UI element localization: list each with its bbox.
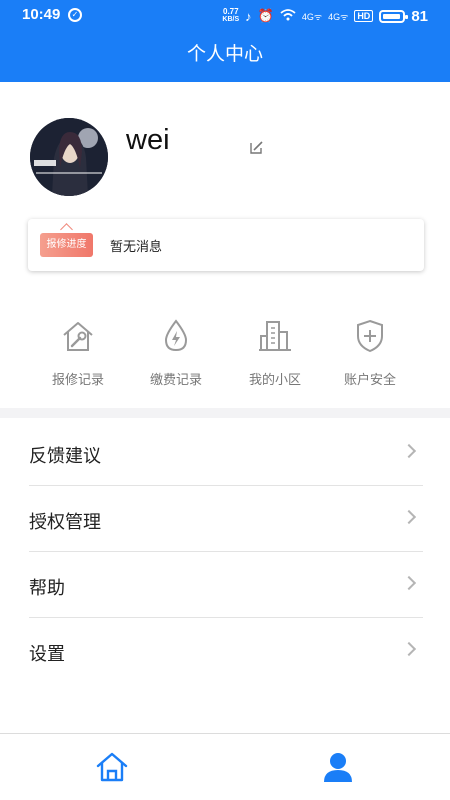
username: wei xyxy=(126,124,170,156)
wifi-icon xyxy=(280,8,296,24)
shortcut-label: 账户安全 xyxy=(343,373,396,388)
chevron-right-icon xyxy=(401,509,417,525)
shortcut-payment-records[interactable]: 缴费记录 xyxy=(121,318,231,388)
alarm-icon: ⏰ xyxy=(257,8,274,23)
repair-progress-tag: 报修进度 xyxy=(40,233,93,257)
repair-progress-card[interactable]: 报修进度 暂无消息 xyxy=(28,219,424,271)
tiktok-icon: ♪ xyxy=(245,8,252,24)
shortcut-repair-records[interactable]: 报修记录 xyxy=(23,318,133,388)
shield-plus-icon xyxy=(357,319,383,353)
status-icons: 0.77 KB/S ♪ ⏰ 4Gᯤ 4Gᯤ HD 81 xyxy=(222,6,428,26)
battery-level: 81 xyxy=(411,7,428,25)
section-divider xyxy=(0,408,450,418)
status-check-icon: ✓ xyxy=(68,8,82,22)
water-drop-bolt-icon xyxy=(164,319,188,352)
user-icon xyxy=(324,753,352,782)
signal-1-label: 4G xyxy=(301,11,314,22)
signal-icon: 4Gᯤ xyxy=(301,11,323,22)
network-speed: 0.77 KB/S xyxy=(222,8,239,24)
chevron-right-icon xyxy=(401,641,417,657)
menu-item-settings[interactable]: 设置 xyxy=(0,618,450,684)
menu-label: 授权管理 xyxy=(29,512,101,533)
status-bar: 10:49 ✓ 0.77 KB/S ♪ ⏰ 4Gᯤ 4Gᯤ HD 81 xyxy=(0,0,450,32)
shortcut-account-security[interactable]: 账户安全 xyxy=(315,318,425,388)
shortcut-label: 我的小区 xyxy=(248,373,301,388)
status-time: 10:49 xyxy=(22,6,61,23)
page-title: 个人中心 xyxy=(0,32,450,82)
signal-2-label: 4G xyxy=(328,11,341,22)
buildings-icon xyxy=(259,321,291,351)
network-speed-unit: KB/S xyxy=(222,16,240,23)
edit-icon[interactable] xyxy=(250,140,264,154)
battery-icon xyxy=(379,9,409,23)
house-wrench-icon xyxy=(63,322,93,351)
shortcut-label: 报修记录 xyxy=(51,373,104,388)
tab-home[interactable] xyxy=(95,750,129,784)
chevron-right-icon xyxy=(401,443,417,459)
shortcut-my-community[interactable]: 我的小区 xyxy=(220,318,330,388)
hd-badge: HD xyxy=(354,10,374,22)
menu-item-authorization[interactable]: 授权管理 xyxy=(0,486,450,552)
notice-message: 暂无消息 xyxy=(110,240,163,255)
menu-item-feedback[interactable]: 反馈建议 xyxy=(0,420,450,486)
tab-profile[interactable] xyxy=(321,750,355,784)
avatar[interactable] xyxy=(30,118,108,196)
menu-label: 反馈建议 xyxy=(29,446,101,467)
chevron-right-icon xyxy=(401,575,417,591)
menu-item-help[interactable]: 帮助 xyxy=(0,552,450,618)
menu-label: 帮助 xyxy=(29,578,65,599)
menu-label: 设置 xyxy=(29,644,65,665)
shortcut-grid: 报修记录 缴费记录 我的小区 账户安全 xyxy=(0,318,450,398)
shortcut-label: 缴费记录 xyxy=(149,373,202,388)
bottom-tab-bar xyxy=(0,733,450,800)
signal-icon-2: 4Gᯤ xyxy=(328,11,349,22)
network-speed-value: 0.77 xyxy=(223,7,239,16)
home-icon xyxy=(96,752,128,782)
